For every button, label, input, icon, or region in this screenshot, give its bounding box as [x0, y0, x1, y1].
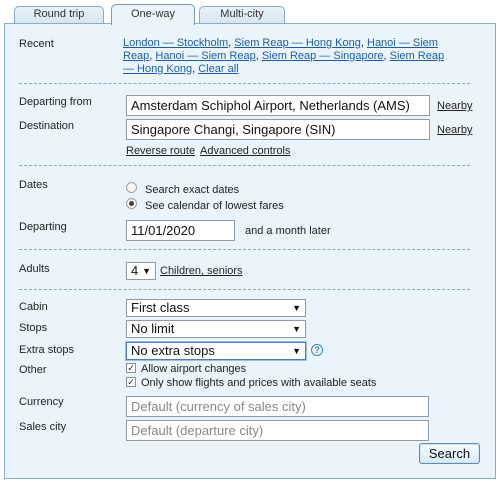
cabin-select[interactable]: First class ▼ — [126, 299, 306, 317]
sales-city-input[interactable]: Default (departure city) — [126, 420, 429, 441]
cabin-label: Cabin — [19, 301, 48, 313]
departing-from-input[interactable]: Amsterdam Schiphol Airport, Netherlands … — [126, 95, 430, 116]
stops-select[interactable]: No limit ▼ — [126, 320, 306, 338]
trip-type-tabs: Round trip One-way Multi-city — [0, 0, 500, 25]
recent-link-2[interactable]: Siem Reap — Hong Kong — [234, 37, 361, 49]
stops-select-value: No limit — [131, 321, 175, 336]
extra-stops-select-value: No extra stops — [131, 343, 215, 358]
allow-airport-changes-checkbox[interactable]: ✓ — [126, 363, 136, 373]
nearby-departing-link[interactable]: Nearby — [437, 100, 472, 112]
date-range-text: and a month later — [245, 225, 331, 237]
clear-all-link[interactable]: Clear all — [198, 63, 238, 75]
nearby-destination-link[interactable]: Nearby — [437, 124, 472, 136]
advanced-controls-link[interactable]: Advanced controls — [200, 145, 291, 157]
currency-label: Currency — [19, 396, 64, 408]
divider — [19, 83, 470, 84]
chevron-down-icon: ▼ — [292, 324, 301, 334]
chevron-down-icon: ▼ — [142, 266, 151, 276]
search-exact-dates-label: Search exact dates — [145, 184, 240, 196]
only-available-seats-label: Only show flights and prices with availa… — [141, 377, 377, 389]
recent-link-4[interactable]: Hanoi — Siem Reap — [155, 50, 255, 62]
tab-multi-city[interactable]: Multi-city — [199, 6, 285, 23]
recent-link-1[interactable]: London — Stockholm — [123, 37, 228, 49]
stops-label: Stops — [19, 322, 48, 334]
extra-stops-label: Extra stops — [19, 344, 75, 356]
extra-stops-select[interactable]: No extra stops ▼ — [126, 342, 306, 360]
chevron-down-icon: ▼ — [292, 303, 301, 313]
divider — [19, 249, 470, 250]
recent-label: Recent — [19, 38, 54, 50]
search-exact-dates-radio[interactable] — [126, 182, 137, 193]
divider — [19, 165, 470, 166]
chevron-down-icon: ▼ — [292, 346, 301, 356]
divider — [19, 289, 470, 290]
cabin-select-value: First class — [131, 300, 190, 315]
adults-select[interactable]: 4 ▼ — [126, 262, 156, 280]
adults-label: Adults — [19, 263, 50, 275]
departing-from-label: Departing from — [19, 96, 92, 108]
sales-city-label: Sales city — [19, 421, 67, 433]
recent-searches: London — Stockholm, Siem Reap — Hong Kon… — [123, 37, 445, 75]
search-button[interactable]: Search — [419, 443, 480, 464]
departing-date-label: Departing — [19, 221, 67, 233]
tab-one-way[interactable]: One-way — [111, 4, 195, 25]
departing-date-input[interactable]: 11/01/2020 — [126, 220, 235, 241]
other-label: Other — [19, 364, 47, 376]
dates-label: Dates — [19, 179, 48, 191]
help-icon[interactable]: ? — [311, 344, 323, 356]
reverse-route-link[interactable]: Reverse route — [126, 145, 195, 157]
destination-label: Destination — [19, 120, 75, 132]
search-form-panel: Recent London — Stockholm, Siem Reap — H… — [4, 23, 496, 479]
adults-select-value: 4 — [131, 263, 139, 278]
calendar-lowest-fares-radio[interactable] — [126, 198, 137, 209]
currency-input[interactable]: Default (currency of sales city) — [126, 396, 429, 417]
calendar-lowest-fares-label: See calendar of lowest fares — [145, 200, 284, 212]
allow-airport-changes-label: Allow airport changes — [141, 363, 247, 375]
destination-input[interactable]: Singapore Changi, Singapore (SIN) — [126, 119, 430, 140]
children-seniors-link[interactable]: Children, seniors — [160, 265, 243, 277]
only-available-seats-checkbox[interactable]: ✓ — [126, 377, 136, 387]
recent-link-5[interactable]: Siem Reap — Singapore — [262, 50, 384, 62]
tab-round-trip[interactable]: Round trip — [14, 6, 104, 23]
